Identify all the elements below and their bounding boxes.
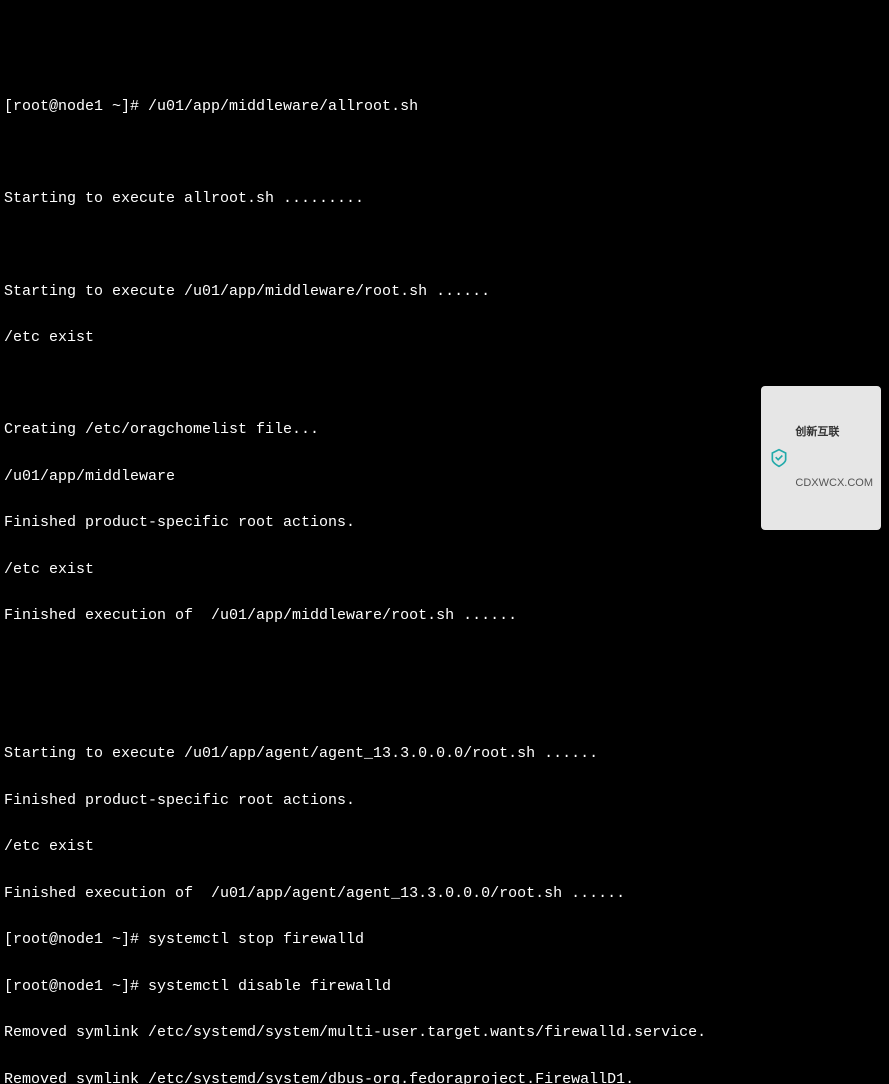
output-line-finished-agent: Finished execution of /u01/app/agent/age… bbox=[4, 882, 885, 905]
output-line-etc-exist: /etc exist bbox=[4, 326, 885, 349]
output-line-start-allroot: Starting to execute allroot.sh ......... bbox=[4, 187, 885, 210]
output-line-mwpath: /u01/app/middleware bbox=[4, 465, 885, 488]
output-line-start-agent: Starting to execute /u01/app/agent/agent… bbox=[4, 742, 885, 765]
blank-line bbox=[4, 697, 885, 720]
output-line-creating: Creating /etc/oragchomelist file... bbox=[4, 418, 885, 441]
output-line-start-root: Starting to execute /u01/app/middleware/… bbox=[4, 280, 885, 303]
output-line-etc-exist: /etc exist bbox=[4, 558, 885, 581]
watermark-logo-icon bbox=[769, 448, 789, 468]
prompt-line-allroot: [root@node1 ~]# /u01/app/middleware/allr… bbox=[4, 95, 885, 118]
watermark-title: 创新互联 bbox=[795, 424, 873, 441]
blank-line bbox=[4, 234, 885, 257]
blank-line bbox=[4, 142, 885, 165]
output-line-removed-symlink: Removed symlink /etc/systemd/system/dbus… bbox=[4, 1068, 885, 1084]
output-line-finished-root: Finished execution of /u01/app/middlewar… bbox=[4, 604, 885, 627]
blank-line bbox=[4, 373, 885, 396]
blank-line bbox=[4, 651, 885, 674]
watermark-badge: 创新互联 CDXWCX.COM bbox=[761, 386, 881, 530]
prompt-line-systemctl-stop: [root@node1 ~]# systemctl stop firewalld bbox=[4, 928, 885, 951]
prompt-line-systemctl-disable: [root@node1 ~]# systemctl disable firewa… bbox=[4, 975, 885, 998]
output-line-etc-exist: /etc exist bbox=[4, 835, 885, 858]
watermark-subtitle: CDXWCX.COM bbox=[795, 475, 873, 492]
output-line-removed-symlink: Removed symlink /etc/systemd/system/mult… bbox=[4, 1021, 885, 1044]
output-line-finished-actions: Finished product-specific root actions. bbox=[4, 511, 885, 534]
output-line-finished-actions: Finished product-specific root actions. bbox=[4, 789, 885, 812]
